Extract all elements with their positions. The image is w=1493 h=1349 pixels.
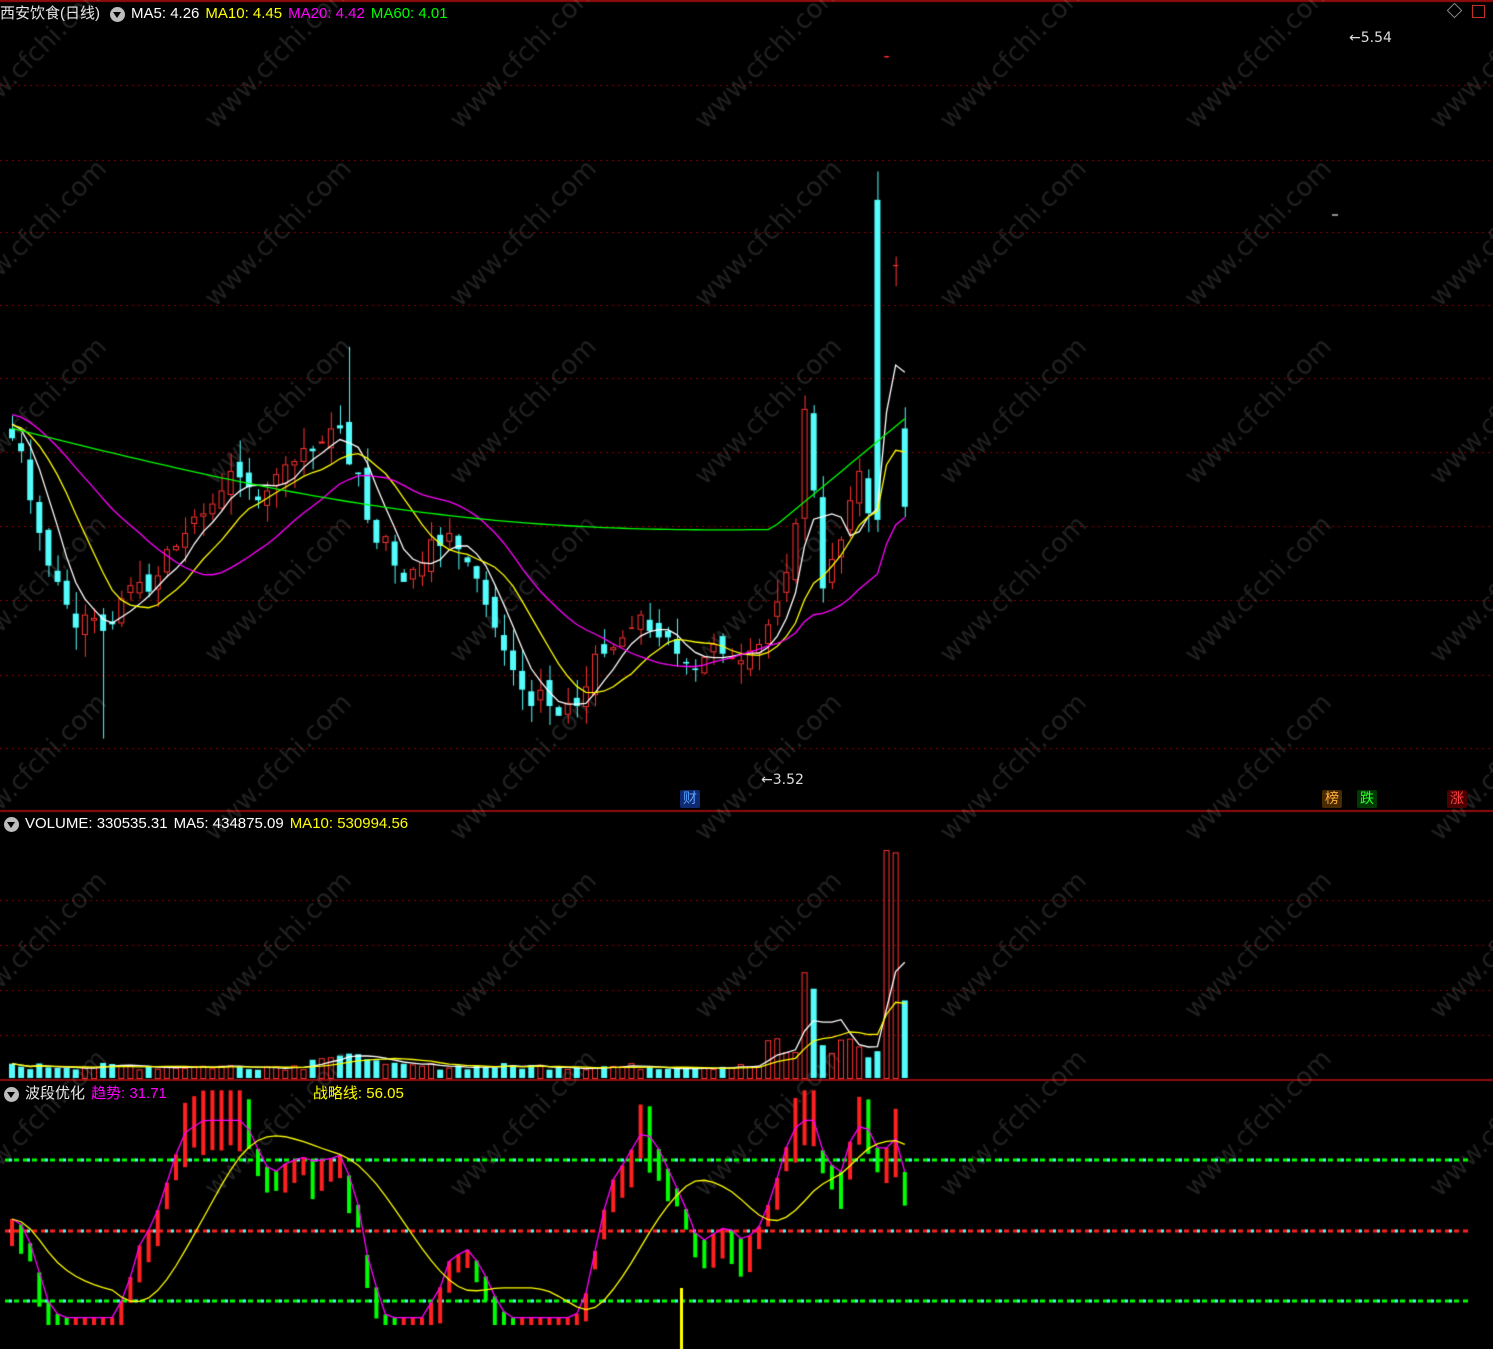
- strategy-label: 战略线: 56.05: [312, 1085, 404, 1102]
- chevron-down-icon[interactable]: [4, 1086, 19, 1102]
- ma60-label: MA60: 4.01: [370, 5, 448, 22]
- chevron-down-icon[interactable]: [4, 816, 19, 832]
- chevron-down-icon[interactable]: [110, 6, 125, 22]
- marker-ranking[interactable]: 榜: [1322, 790, 1342, 808]
- ma10-label: MA10: 4.45: [205, 5, 283, 22]
- price-panel-header: 西安饮食(日线) MA5: 4.26 MA10: 4.45 MA20: 4.42…: [0, 3, 448, 25]
- volume-panel-header: VOLUME: 330535.31 MA5: 434875.09 MA10: 5…: [0, 813, 408, 835]
- maximize-icon[interactable]: [1472, 5, 1485, 18]
- volume-label: VOLUME: 330535.31: [25, 815, 168, 832]
- ma5-label: MA5: 4.26: [131, 5, 200, 22]
- stock-name[interactable]: 西安饮食(日线): [0, 3, 100, 25]
- indicator-name[interactable]: 波段优化: [25, 1083, 85, 1105]
- marker-fall[interactable]: 跌: [1357, 790, 1377, 808]
- marker-finance[interactable]: 财: [680, 790, 700, 808]
- trend-label: 趋势: 31.71: [91, 1085, 167, 1102]
- marker-rise[interactable]: 涨: [1447, 790, 1467, 808]
- high-price-label: ←5.54: [1349, 30, 1392, 46]
- volume-ma10-label: MA10: 530994.56: [289, 815, 409, 832]
- low-price-label: ←3.52: [761, 772, 804, 788]
- volume-ma5-label: MA5: 434875.09: [173, 815, 284, 832]
- ma20-label: MA20: 4.42: [288, 5, 365, 22]
- restore-icon[interactable]: [1446, 2, 1463, 19]
- window-controls: [1446, 2, 1485, 19]
- indicator-panel-header: 波段优化 趋势: 31.71 战略线: 56.05: [0, 1083, 404, 1105]
- stock-chart-canvas[interactable]: [0, 0, 1493, 1349]
